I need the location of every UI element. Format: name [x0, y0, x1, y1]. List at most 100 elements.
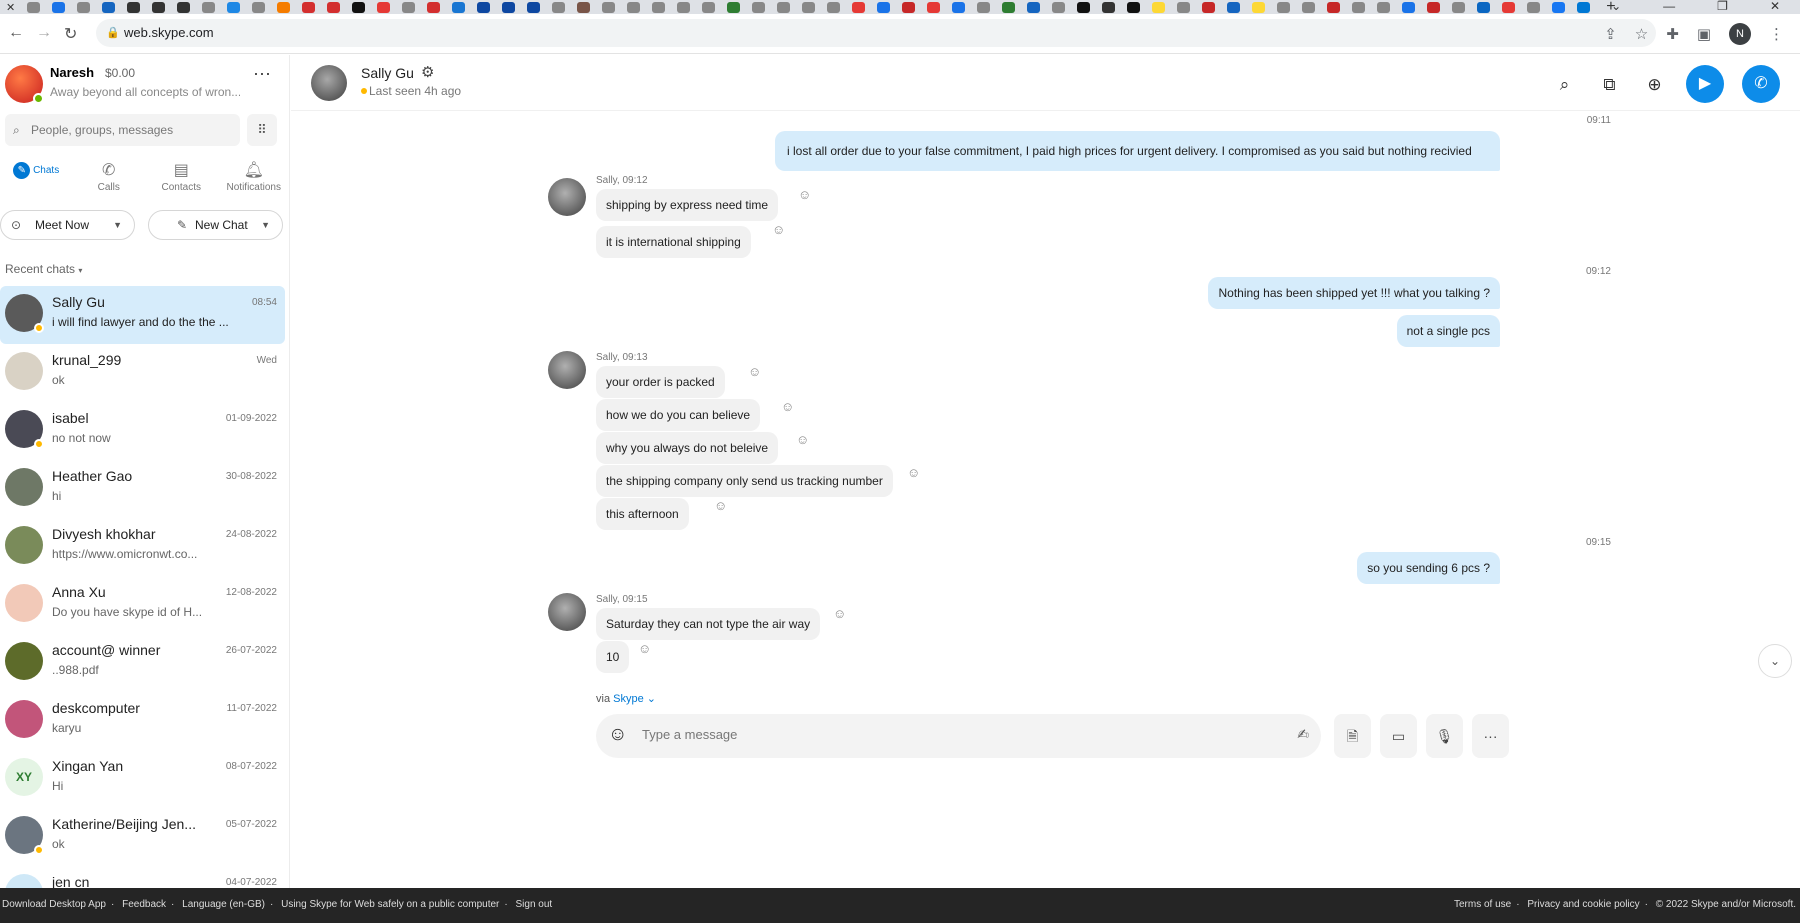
- tab-favicon[interactable]: [402, 1, 416, 13]
- dialpad-button[interactable]: ⠿: [247, 114, 277, 146]
- tab-favicon[interactable]: [1452, 1, 1466, 13]
- add-people-icon[interactable]: ⊕: [1641, 71, 1668, 98]
- tab-favicon[interactable]: [302, 1, 316, 13]
- gear-icon[interactable]: ⚙: [421, 63, 434, 81]
- tab-favicon[interactable]: [277, 1, 291, 13]
- restore-icon[interactable]: ❐: [1717, 0, 1728, 12]
- sender-avatar[interactable]: [548, 178, 586, 216]
- tab-favicon[interactable]: [1202, 1, 1216, 13]
- incoming-message[interactable]: it is international shipping: [596, 226, 751, 258]
- incoming-message[interactable]: shipping by express need time: [596, 189, 779, 221]
- footer-link[interactable]: Terms of use: [1454, 899, 1511, 910]
- chat-list-item[interactable]: isabel no not now 01-09-2022: [0, 402, 285, 460]
- tab-favicon[interactable]: [1302, 1, 1316, 13]
- chat-list-item[interactable]: Katherine/Beijing Jen... ok 05-07-2022: [0, 808, 285, 866]
- tab-favicon[interactable]: [752, 1, 766, 13]
- tab-favicon[interactable]: [327, 1, 341, 13]
- tab-favicon[interactable]: [1027, 1, 1041, 13]
- tab-favicon[interactable]: [1152, 1, 1166, 13]
- tab-favicon[interactable]: [1227, 1, 1241, 13]
- tab-favicon[interactable]: [452, 1, 466, 13]
- tab-favicon[interactable]: [977, 1, 991, 13]
- tab-favicon[interactable]: [802, 1, 816, 13]
- mood-message[interactable]: Away beyond all concepts of wron...: [50, 85, 240, 99]
- reaction-smile-icon[interactable]: ☺: [748, 364, 761, 379]
- tab-favicon[interactable]: [1327, 1, 1341, 13]
- video-call-button[interactable]: ▶: [1686, 65, 1724, 103]
- tab-favicon[interactable]: [1102, 1, 1116, 13]
- tab-favicon[interactable]: [927, 1, 941, 13]
- reaction-smile-icon[interactable]: ☺: [638, 641, 651, 656]
- tab-notifications[interactable]: 🔔︎ Notifications: [218, 160, 290, 210]
- tab-favicon[interactable]: [1552, 1, 1566, 13]
- tab-favicon[interactable]: [677, 1, 691, 13]
- scroll-to-bottom-button[interactable]: ⌄: [1758, 644, 1792, 678]
- reaction-smile-icon[interactable]: ☺: [798, 187, 811, 202]
- contact-name[interactable]: Sally Gu: [361, 65, 414, 81]
- tab-chats[interactable]: ✎ Chats: [0, 160, 73, 210]
- via-skype-link[interactable]: Skype: [613, 693, 644, 705]
- tab-favicon[interactable]: [702, 1, 716, 13]
- tab-favicon[interactable]: [727, 1, 741, 13]
- footer-link[interactable]: Language (en-GB): [182, 899, 265, 910]
- search-icon[interactable]: ⌕: [1551, 71, 1578, 98]
- tab-favicon[interactable]: [52, 1, 66, 13]
- tab-favicon[interactable]: [602, 1, 616, 13]
- ink-pen-icon[interactable]: ✍: [1297, 726, 1309, 743]
- more-options-icon[interactable]: ···: [253, 63, 271, 84]
- chat-list-item[interactable]: Sally Gu i will find lawyer and do the th…: [0, 286, 285, 344]
- browser-profile-avatar[interactable]: N: [1729, 23, 1751, 45]
- reaction-smile-icon[interactable]: ☺: [796, 432, 809, 447]
- tab-favicon[interactable]: [527, 1, 541, 13]
- tab-favicon[interactable]: [952, 1, 966, 13]
- tab-favicon[interactable]: [1527, 1, 1541, 13]
- incoming-message[interactable]: how we do you can believe: [596, 399, 761, 431]
- send-contact-button[interactable]: ▭: [1380, 714, 1417, 758]
- meet-now-button[interactable]: ⊙ Meet Now ▼: [0, 210, 135, 240]
- skype-credit[interactable]: $0.00: [105, 66, 135, 80]
- tab-favicon[interactable]: [1352, 1, 1366, 13]
- sender-avatar[interactable]: [548, 351, 586, 389]
- audio-call-button[interactable]: ✆: [1742, 65, 1780, 103]
- tab-favicon[interactable]: [1277, 1, 1291, 13]
- search-input[interactable]: ⌕ People, groups, messages: [5, 114, 240, 146]
- reaction-smile-icon[interactable]: ☺: [781, 399, 794, 414]
- chat-list-item[interactable]: deskcomputer karyu 11-07-2022: [0, 692, 285, 750]
- tab-favicon[interactable]: [1577, 1, 1591, 13]
- back-icon[interactable]: ←: [8, 24, 24, 42]
- tab-favicon[interactable]: [1427, 1, 1441, 13]
- extensions-icon[interactable]: ✚: [1666, 25, 1679, 43]
- tab-favicon[interactable]: [652, 1, 666, 13]
- tab-favicon[interactable]: [1477, 1, 1491, 13]
- my-profile[interactable]: Naresh $0.00 Away beyond all concepts of…: [5, 63, 285, 113]
- incoming-message[interactable]: 10: [596, 641, 630, 673]
- tab-favicon[interactable]: [352, 1, 366, 13]
- contact-avatar[interactable]: [311, 65, 347, 101]
- tab-favicon[interactable]: [427, 1, 441, 13]
- forward-icon[interactable]: →: [36, 24, 52, 42]
- footer-link[interactable]: Privacy and cookie policy: [1527, 899, 1639, 910]
- browser-menu-icon[interactable]: ⋮: [1769, 25, 1784, 43]
- tab-favicon[interactable]: [627, 1, 641, 13]
- chat-list-item[interactable]: Heather Gao hi 30-08-2022: [0, 460, 285, 518]
- tab-favicon[interactable]: [1052, 1, 1066, 13]
- tab-favicon[interactable]: [1252, 1, 1266, 13]
- url-field[interactable]: 🔒 web.skype.com: [96, 19, 1656, 47]
- chat-list-item[interactable]: Divyesh khokhar https://www.omicronwt.co.…: [0, 518, 285, 576]
- incoming-message[interactable]: Saturday they can not type the air way: [596, 608, 821, 640]
- tab-favicon[interactable]: [852, 1, 866, 13]
- tab-favicon[interactable]: [202, 1, 216, 13]
- chat-list-item[interactable]: XY Xingan Yan Hi 08-07-2022: [0, 750, 285, 808]
- message-input[interactable]: ☺ Type a message ✍: [596, 714, 1321, 758]
- tab-favicon[interactable]: [27, 1, 41, 13]
- tab-favicon[interactable]: [777, 1, 791, 13]
- share-icon[interactable]: ⇪: [1604, 25, 1617, 43]
- tab-favicon[interactable]: [552, 1, 566, 13]
- tab-favicon[interactable]: [252, 1, 266, 13]
- send-file-button[interactable]: 🗎: [1334, 714, 1371, 758]
- tab-favicon[interactable]: [102, 1, 116, 13]
- outgoing-message[interactable]: i lost all order due to your false commi…: [775, 131, 1500, 171]
- chat-list-item[interactable]: jen cn 04-07-2022: [0, 866, 285, 888]
- reload-icon[interactable]: ↻: [64, 24, 77, 44]
- tab-favicon[interactable]: [1002, 1, 1016, 13]
